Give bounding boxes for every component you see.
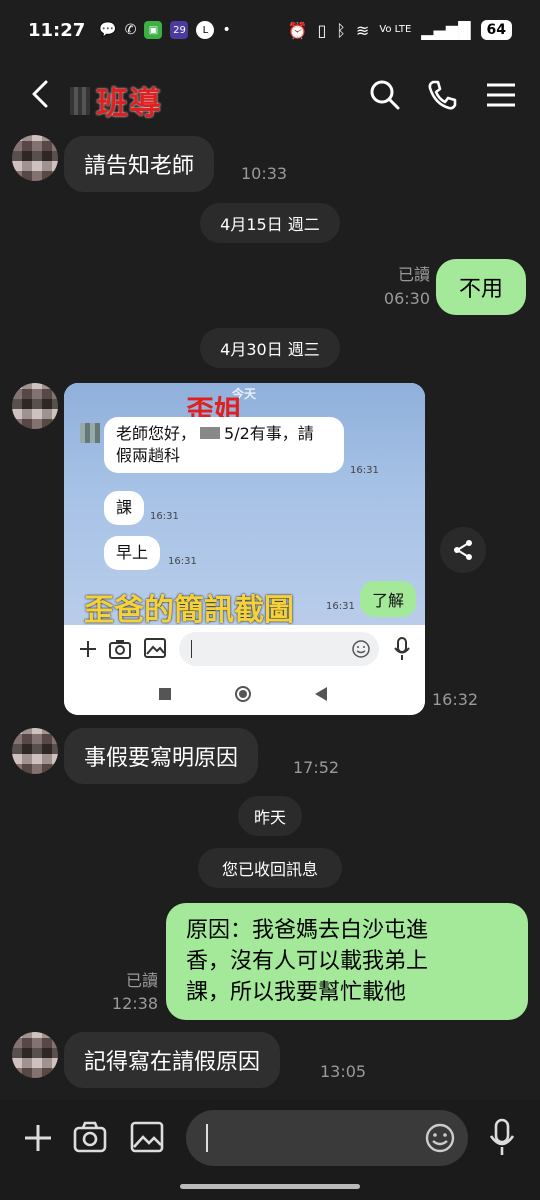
chat-title[interactable]: 班導 bbox=[70, 78, 162, 124]
message-bubble-outgoing[interactable]: 不用 bbox=[436, 259, 526, 315]
home-indicator[interactable] bbox=[180, 1184, 360, 1189]
system-icons: ⏰ ▯ ᛒ ≋ Vo LTE ▂▄▆█ 64 bbox=[288, 20, 512, 40]
screenshot-chat-area: 今天 歪姐 老師您好， 5/2有事，請 假兩趟科 16:31 課 16:31 早上… bbox=[64, 383, 425, 628]
avatar[interactable] bbox=[12, 135, 58, 181]
chat-title-text: 班導 bbox=[96, 84, 163, 122]
screenshot-time: 16:31 bbox=[326, 601, 355, 612]
camera-icon[interactable] bbox=[72, 1120, 108, 1154]
screenshot-bubble-outgoing: 了解 bbox=[360, 581, 417, 617]
screenshot-time: 16:31 bbox=[150, 511, 179, 522]
recall-notice: 您已收回訊息 bbox=[198, 848, 342, 888]
message-time: 13:05 bbox=[320, 1062, 367, 1081]
image-icon[interactable] bbox=[130, 1120, 164, 1154]
bluetooth-icon: ᛒ bbox=[336, 20, 346, 40]
wifi-icon: ≋ bbox=[355, 20, 370, 40]
search-icon[interactable] bbox=[368, 78, 402, 112]
text-cursor bbox=[191, 640, 192, 658]
avatar[interactable] bbox=[12, 383, 58, 429]
date-separator: 昨天 bbox=[238, 796, 302, 836]
share-button[interactable] bbox=[440, 527, 486, 573]
signal-icon: ▂▄▆█ bbox=[421, 20, 471, 40]
alarm-icon: ⏰ bbox=[287, 20, 308, 40]
battery-icon: 64 bbox=[480, 20, 512, 40]
screenshot-bubble: 課 bbox=[104, 491, 145, 525]
date-separator: 4月30日 週三 bbox=[200, 328, 340, 368]
back-arrow-icon[interactable] bbox=[24, 76, 56, 112]
screenshot-text: 5/2有事，請 bbox=[224, 424, 314, 443]
message-input-bar bbox=[0, 1100, 540, 1200]
screenshot-bubble: 早上 bbox=[104, 536, 161, 570]
chat-header: 班導 bbox=[0, 60, 540, 130]
message-line: 香，沒有人可以載我弟上 bbox=[186, 949, 429, 974]
overlay-caption: 歪爸的簡訊截圖 bbox=[84, 593, 294, 628]
message-bubble-outgoing[interactable]: 原因：我爸媽去白沙屯進 香，沒有人可以載我弟上 課，所以我要幫忙載他 bbox=[166, 903, 528, 1020]
avatar[interactable] bbox=[12, 1032, 58, 1078]
message-bubble-incoming[interactable]: 請告知老師 bbox=[64, 136, 215, 192]
app-notification-icon: ▣ bbox=[144, 21, 163, 39]
screenshot-input-bar bbox=[64, 625, 425, 673]
recent-apps-icon bbox=[159, 688, 171, 700]
message-time: 10:33 bbox=[241, 164, 288, 183]
status-time: 11:27 bbox=[28, 19, 86, 41]
message-line: 原因：我爸媽去白沙屯進 bbox=[186, 918, 429, 943]
redacted-avatar bbox=[80, 423, 100, 443]
screenshot-time: 16:31 bbox=[168, 556, 197, 567]
emoji-icon[interactable] bbox=[424, 1122, 456, 1154]
more-notifications-icon: • bbox=[222, 22, 231, 38]
redacted-text bbox=[200, 427, 221, 439]
calendar-notification-icon: 29 bbox=[170, 21, 189, 39]
line-notification-icon: L bbox=[196, 21, 215, 39]
vibrate-icon: ▯ bbox=[317, 20, 327, 40]
screenshot-time: 16:31 bbox=[350, 465, 379, 476]
chat-notification-icon: 💬 bbox=[99, 22, 117, 38]
avatar[interactable] bbox=[12, 728, 58, 774]
message-line: 課，所以我要幫忙載他 bbox=[186, 980, 407, 1005]
home-icon bbox=[235, 686, 251, 702]
volte-icon: Vo LTE bbox=[379, 24, 412, 35]
notification-icons: 💬 ✆ ▣ 29 L • bbox=[99, 21, 231, 39]
emoji-icon bbox=[352, 640, 370, 658]
missed-call-icon: ✆ bbox=[124, 22, 137, 38]
date-separator: 4月15日 週二 bbox=[200, 203, 340, 243]
read-receipt: 已讀 bbox=[397, 265, 430, 284]
redacted-name bbox=[70, 87, 90, 115]
status-bar: 11:27 💬 ✆ ▣ 29 L • ⏰ ▯ ᛒ ≋ Vo LTE ▂▄▆█ 6… bbox=[0, 0, 540, 60]
share-icon bbox=[454, 540, 472, 560]
message-time: 12:38 bbox=[111, 994, 158, 1013]
menu-icon[interactable] bbox=[484, 78, 518, 112]
message-bubble-incoming[interactable]: 事假要寫明原因 bbox=[64, 728, 259, 784]
back-triangle-icon bbox=[315, 687, 327, 701]
read-receipt: 已讀 bbox=[125, 971, 158, 990]
image-message[interactable]: 今天 歪姐 老師您好， 5/2有事，請 假兩趟科 16:31 課 16:31 早上… bbox=[64, 383, 425, 715]
message-time: 16:32 bbox=[432, 690, 479, 709]
screenshot-text: 老師您好， bbox=[116, 424, 197, 443]
mic-icon[interactable] bbox=[488, 1118, 516, 1158]
plus-icon[interactable] bbox=[22, 1122, 54, 1154]
mic-icon bbox=[394, 637, 410, 660]
text-cursor bbox=[206, 1124, 208, 1152]
message-time: 17:52 bbox=[293, 758, 340, 777]
screenshot-input-field bbox=[179, 632, 379, 666]
image-icon bbox=[144, 638, 166, 658]
camera-icon bbox=[109, 640, 131, 659]
phone-icon[interactable] bbox=[425, 78, 459, 112]
screenshot-text: 假兩趟科 bbox=[116, 446, 181, 465]
screenshot-nav-bar bbox=[64, 673, 425, 715]
message-input[interactable] bbox=[186, 1110, 468, 1166]
message-bubble-incoming[interactable]: 記得寫在請假原因 bbox=[64, 1032, 281, 1088]
plus-icon bbox=[80, 641, 96, 657]
screenshot-bubble: 老師您好， 5/2有事，請 假兩趟科 bbox=[104, 417, 344, 473]
message-time: 06:30 bbox=[383, 289, 430, 308]
